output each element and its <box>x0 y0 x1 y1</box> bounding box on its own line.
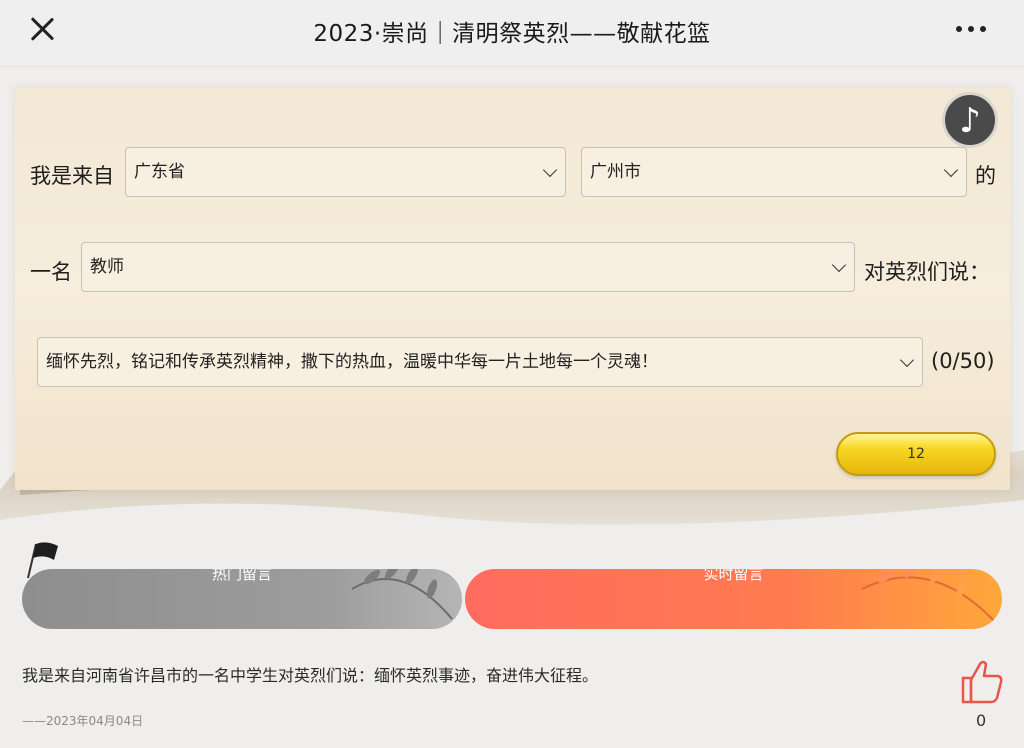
char-count: (0/50) <box>931 349 995 373</box>
tab-live-comments[interactable]: 实时留言 <box>465 569 1002 629</box>
say-label: 对英烈们说： <box>864 260 990 284</box>
province-select[interactable]: 广东省 <box>125 147 566 197</box>
province-value: 广东省 <box>134 162 185 182</box>
from-label: 我是来自 <box>30 164 114 188</box>
like-count: 0 <box>976 711 987 730</box>
chevron-down-icon <box>943 162 959 178</box>
one-label: 一名 <box>30 260 72 284</box>
of-label: 的 <box>975 164 996 188</box>
thumbs-up-icon[interactable] <box>958 658 1004 704</box>
role-select[interactable]: 教师 <box>81 242 855 292</box>
message-value: 缅怀先烈，铭记和传承英烈精神，撒下的热血，温暖中华每一片土地每一个灵魂！ <box>46 352 658 372</box>
top-bar: 2023·崇尚｜清明祭英烈——敬献花篮 <box>0 0 1024 67</box>
submit-button[interactable]: 12 <box>836 432 996 476</box>
city-select[interactable]: 广州市 <box>581 147 967 197</box>
more-dots-icon[interactable] <box>956 26 986 34</box>
role-value: 教师 <box>90 257 124 277</box>
comment-date: ——2023年04月04日 <box>22 714 144 728</box>
tab-hot-comments[interactable]: 热门留言 <box>22 569 462 629</box>
message-select[interactable]: 缅怀先烈，铭记和传承英烈精神，撒下的热血，温暖中华每一片土地每一个灵魂！ <box>37 337 923 387</box>
page-title: 2023·崇尚｜清明祭英烈——敬献花篮 <box>313 21 711 47</box>
chevron-down-icon <box>831 257 847 273</box>
city-value: 广州市 <box>590 162 641 182</box>
comment-text: 我是来自河南省许昌市的一名中学生对英烈们说：缅怀英烈事迹，奋进伟大征程。 <box>22 666 599 685</box>
music-note-icon[interactable]: ♪ <box>942 92 998 148</box>
chevron-down-icon <box>542 162 558 178</box>
branch-icon <box>861 569 998 625</box>
chevron-down-icon <box>899 352 915 368</box>
branch-icon <box>351 569 453 620</box>
